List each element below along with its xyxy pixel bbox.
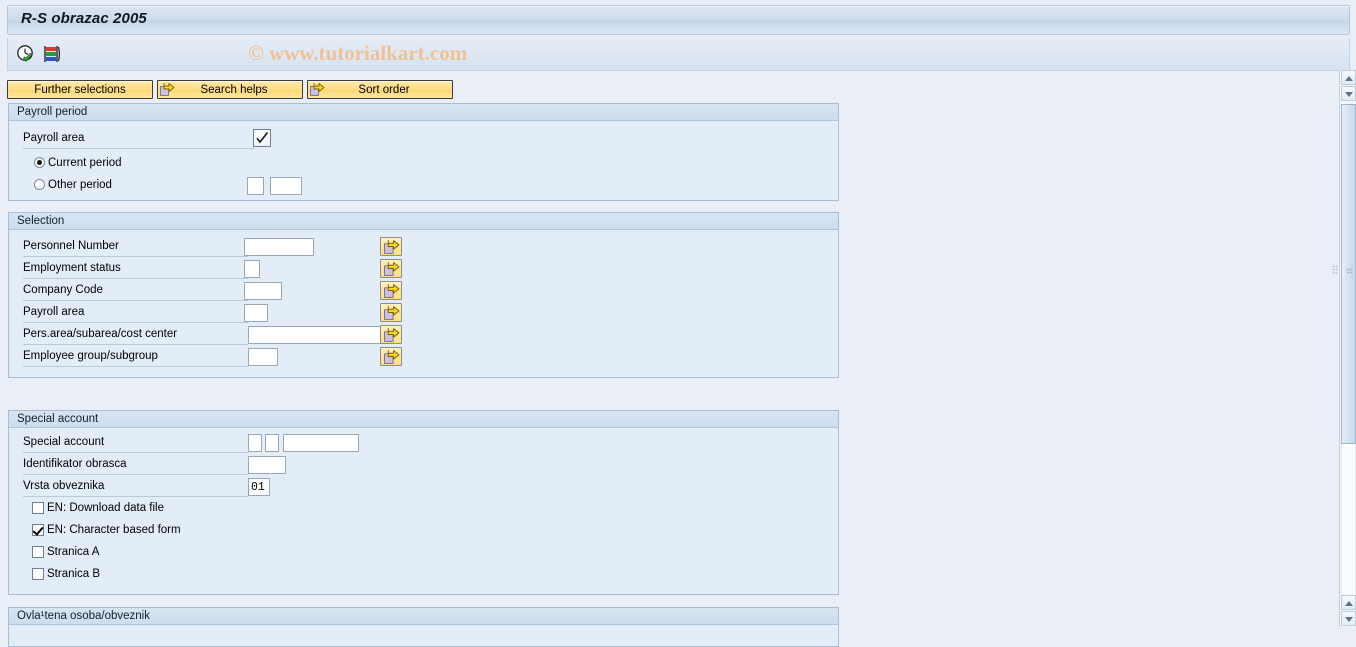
payroll-area-checkbox-button[interactable]: [253, 129, 271, 147]
employee-group-input[interactable]: [248, 348, 278, 366]
scrollbar-grip-icon: [1346, 268, 1353, 275]
search-helps-button[interactable]: Search helps: [157, 80, 303, 99]
label-personnel-number: Personnel Number: [23, 237, 248, 257]
checkbox-label-stranica-b: Stranica B: [47, 568, 101, 580]
field-row-pers-area: Pers.area/subarea/cost center: [9, 325, 838, 347]
checkbox-label-download-data-file: EN: Download data file: [47, 502, 164, 514]
title-bar-surface: R-S obrazac 2005: [7, 5, 1350, 35]
sap-selection-screen: R-S obrazac 2005 © www.tutorialkart.com: [0, 0, 1356, 647]
personnel-number-multiple-selection-button[interactable]: [380, 237, 402, 256]
group-title-payroll-period: Payroll period: [9, 104, 838, 121]
field-row-employment-status: Employment status: [9, 259, 838, 281]
radio-label-other-period: Other period: [48, 179, 112, 191]
splitter-grip-icon[interactable]: [1332, 265, 1338, 275]
group-title-special-account: Special account: [9, 411, 838, 428]
execute-clock-icon[interactable]: [15, 43, 37, 65]
other-period-field-2[interactable]: [270, 177, 302, 195]
radio-row-current-period[interactable]: Current period: [9, 154, 838, 174]
checkbox-label-character-based-form: EN: Character based form: [47, 524, 181, 536]
further-selections-button[interactable]: Further selections: [7, 80, 153, 99]
label-employee-group: Employee group/subgroup: [23, 347, 248, 367]
checkbox-row-stranica-a[interactable]: Stranica A: [9, 543, 838, 564]
special-account-input-3[interactable]: [283, 434, 359, 452]
scroll-down-button-bottom[interactable]: [1341, 611, 1356, 626]
arrow-right-icon: [310, 82, 325, 97]
employment-status-input[interactable]: [244, 260, 260, 278]
label-payroll-area-selection: Payroll area: [23, 303, 248, 323]
label-vrsta-obveznika: Vrsta obveznika: [23, 477, 248, 497]
field-row-payroll-area-selection: Payroll area: [9, 303, 838, 325]
employee-group-multiple-selection-button[interactable]: [380, 347, 402, 366]
checkbox-character-based-form[interactable]: [32, 524, 44, 536]
radio-row-other-period[interactable]: Other period: [9, 176, 838, 196]
label-company-code: Company Code: [23, 281, 248, 301]
pers-area-input[interactable]: [248, 326, 388, 344]
group-title-selection: Selection: [9, 213, 838, 230]
payroll-area-selection-input[interactable]: [244, 304, 268, 322]
checkbox-stranica-b[interactable]: [32, 568, 44, 580]
scroll-down-button[interactable]: [1341, 86, 1356, 101]
special-account-input-1[interactable]: [248, 434, 262, 452]
scroll-up-button[interactable]: [1341, 70, 1356, 85]
vrsta-obveznika-input[interactable]: [248, 478, 270, 496]
application-toolbar: [7, 38, 1350, 71]
identifikator-obrasca-input[interactable]: [248, 456, 286, 474]
checkbox-row-download-data-file[interactable]: EN: Download data file: [9, 499, 838, 520]
scrollbar-thumb[interactable]: [1341, 104, 1356, 444]
radio-other-period[interactable]: [34, 179, 45, 190]
employment-status-multiple-selection-button[interactable]: [380, 259, 402, 278]
group-body-selection: Personnel Number Employment status Compa…: [9, 230, 838, 377]
company-code-multiple-selection-button[interactable]: [380, 281, 402, 300]
group-title-authorized-person: Ovla¹tena osoba/obveznik: [9, 608, 838, 625]
other-period-field-1[interactable]: [247, 177, 264, 195]
page-title: R-S obrazac 2005: [21, 10, 147, 27]
label-special-account: Special account: [23, 433, 248, 453]
label-identifikator-obrasca: Identifikator obrasca: [23, 455, 248, 475]
checkbox-row-character-based-form[interactable]: EN: Character based form: [9, 521, 838, 542]
field-row-payroll-area: Payroll area: [9, 129, 838, 151]
personnel-number-input[interactable]: [244, 238, 314, 256]
scrollbar-track[interactable]: [1341, 444, 1356, 594]
checkbox-stranica-a[interactable]: [32, 546, 44, 558]
checkbox-row-stranica-b[interactable]: Stranica B: [9, 565, 838, 586]
group-body-special-account: Special account Identifikator obrasca Vr…: [9, 428, 838, 594]
field-row-company-code: Company Code: [9, 281, 838, 303]
title-bar: R-S obrazac 2005: [0, 0, 1356, 36]
checkbox-label-stranica-a: Stranica A: [47, 546, 100, 558]
label-employment-status: Employment status: [23, 259, 248, 279]
radio-current-period[interactable]: [34, 157, 45, 168]
field-row-identifikator-obrasca: Identifikator obrasca: [9, 455, 838, 477]
group-selection: Selection Personnel Number Employment st…: [8, 212, 839, 378]
pers-area-multiple-selection-button[interactable]: [380, 325, 402, 344]
variant-icon[interactable]: [41, 43, 63, 65]
field-row-employee-group: Employee group/subgroup: [9, 347, 838, 369]
field-row-vrsta-obveznika: Vrsta obveznika: [9, 477, 838, 499]
field-row-special-account: Special account: [9, 433, 838, 455]
radio-label-current-period: Current period: [48, 157, 122, 169]
label-pers-area: Pers.area/subarea/cost center: [23, 325, 248, 345]
arrow-right-icon: [160, 82, 175, 97]
field-row-personnel-number: Personnel Number: [9, 237, 838, 259]
company-code-input[interactable]: [244, 282, 282, 300]
sort-order-button[interactable]: Sort order: [307, 80, 453, 99]
vertical-scrollbar[interactable]: [1339, 70, 1356, 627]
group-body-payroll-period: Payroll area Current period Other period: [9, 121, 838, 200]
group-authorized-person: Ovla¹tena osoba/obveznik: [8, 607, 839, 647]
scroll-up-button-bottom[interactable]: [1341, 595, 1356, 610]
label-payroll-area: Payroll area: [23, 129, 255, 149]
special-account-input-2[interactable]: [265, 434, 279, 452]
group-payroll-period: Payroll period Payroll area Current peri…: [8, 103, 839, 201]
group-special-account: Special account Special account Identifi…: [8, 410, 839, 595]
checkbox-download-data-file[interactable]: [32, 502, 44, 514]
payroll-area-multiple-selection-button[interactable]: [380, 303, 402, 322]
